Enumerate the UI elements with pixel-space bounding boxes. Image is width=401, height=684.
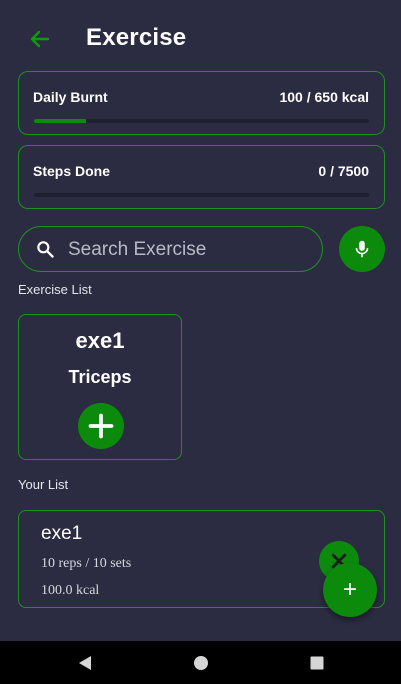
recents-square-icon: [310, 656, 324, 670]
plus-icon: [88, 413, 114, 439]
app-header: Exercise: [0, 0, 401, 80]
daily-burnt-value: 100 / 650 kcal: [279, 89, 369, 105]
search-icon: [35, 239, 55, 264]
back-triangle-icon: [79, 656, 91, 670]
daily-burnt-progress-fill: [34, 119, 86, 123]
steps-value: 0 / 7500: [318, 163, 369, 179]
exercise-card[interactable]: exe1 Triceps: [18, 314, 182, 460]
nav-home-button[interactable]: [192, 654, 210, 672]
nav-back-button[interactable]: [76, 654, 94, 672]
steps-progress-track: [34, 193, 369, 197]
daily-burnt-card: Daily Burnt 100 / 650 kcal: [18, 71, 385, 135]
mic-icon: [355, 240, 369, 258]
nav-recents-button[interactable]: [308, 654, 326, 672]
home-circle-icon: [194, 656, 208, 670]
steps-label: Steps Done: [33, 163, 111, 179]
steps-card: Steps Done 0 / 7500: [18, 145, 385, 209]
add-exercise-button[interactable]: [78, 403, 124, 449]
exercise-name: exe1: [75, 328, 125, 353]
page-title: Exercise: [86, 24, 187, 51]
system-navigation-bar: [0, 641, 401, 684]
back-button[interactable]: [22, 22, 58, 56]
arrow-back-icon: [30, 30, 50, 48]
daily-burnt-progress-track: [34, 119, 369, 123]
search-bar[interactable]: [18, 226, 323, 272]
add-fab-button[interactable]: +: [323, 563, 377, 617]
your-list-heading: Your List: [18, 477, 69, 492]
your-exercise-reps: 10 reps / 10 sets: [41, 556, 132, 571]
your-exercise-name: exe1: [41, 523, 83, 544]
voice-search-button[interactable]: [339, 226, 385, 272]
exercise-muscle: Triceps: [68, 367, 132, 387]
search-input[interactable]: [66, 235, 310, 265]
your-exercise-kcal: 100.0 kcal: [41, 583, 100, 598]
fab-label: +: [342, 576, 357, 603]
daily-burnt-label: Daily Burnt: [33, 89, 108, 105]
exercise-list-heading: Exercise List: [18, 282, 92, 297]
